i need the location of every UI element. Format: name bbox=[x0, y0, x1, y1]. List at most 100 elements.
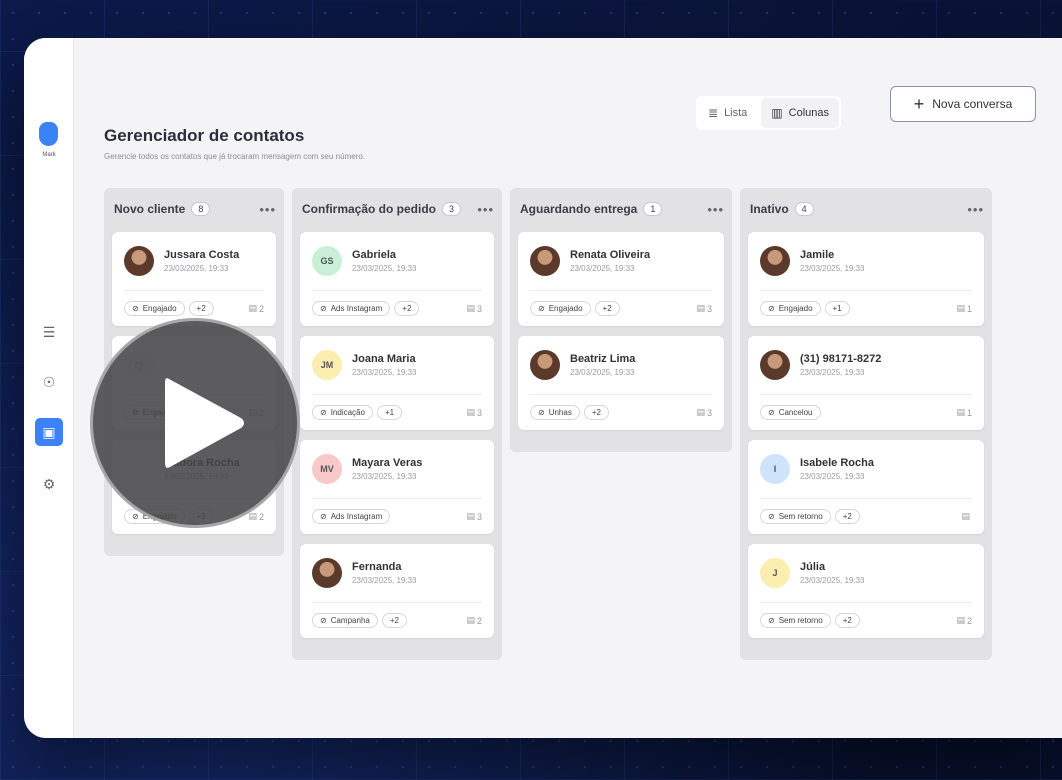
card-footer: ⊘ Indicação +1 ▤ 3 bbox=[312, 405, 482, 420]
more-tags-badge[interactable]: +2 bbox=[594, 301, 620, 316]
contact-card[interactable]: Renata Oliveira 23/03/2025, 19:33 ⊘ Enga… bbox=[518, 232, 724, 326]
contact-card[interactable]: (31) 98171-8272 23/03/2025, 19:33 ⊘ Canc… bbox=[748, 336, 984, 430]
nav-inbox-icon[interactable]: ☰ bbox=[35, 318, 63, 346]
contact-name: Gabriela bbox=[352, 249, 397, 261]
tag-badge[interactable]: ⊘ Ads Instagram bbox=[312, 509, 391, 524]
column-more-icon[interactable]: ••• bbox=[477, 202, 494, 217]
file-icon: ▤ bbox=[248, 511, 257, 521]
contact-date: 23/03/2025, 19:33 bbox=[800, 264, 865, 273]
more-tags-badge[interactable]: +2 bbox=[834, 613, 860, 628]
column-more-icon[interactable]: ••• bbox=[967, 202, 984, 217]
play-button[interactable] bbox=[90, 318, 300, 528]
tag-icon: ⊘ bbox=[768, 304, 775, 313]
new-conversation-button[interactable]: + Nova conversa bbox=[890, 86, 1036, 122]
contact-card[interactable]: MV Mayara Veras 23/03/2025, 19:33 ⊘ Ads … bbox=[300, 440, 494, 534]
tag-badge[interactable]: ⊘ Sem retorno bbox=[760, 509, 831, 524]
file-icon: ▤ bbox=[956, 407, 965, 417]
card-footer: ⊘ Engajado +1 ▤ 1 bbox=[760, 301, 972, 316]
more-tags-badge[interactable]: +1 bbox=[376, 405, 403, 420]
file-icon: ▤ bbox=[961, 511, 970, 521]
list-view-button[interactable]: ≣ Lista bbox=[698, 98, 757, 128]
file-icon: ▤ bbox=[956, 303, 965, 313]
tag-badge[interactable]: ⊘ Engajado bbox=[530, 301, 591, 316]
column-title: Confirmação do pedido bbox=[302, 202, 437, 216]
tag-badge[interactable]: ⊘ Campanha bbox=[312, 613, 378, 628]
contact-name: Joana Maria bbox=[352, 353, 416, 365]
avatar-photo bbox=[760, 350, 790, 380]
tag-label: Ads Instagram bbox=[330, 512, 383, 521]
files-count: ▤ 1 bbox=[956, 303, 972, 314]
files-count: ▤ 3 bbox=[696, 407, 712, 418]
tag-badge[interactable]: ⊘ Unhas bbox=[530, 405, 580, 420]
list-icon: ≣ bbox=[708, 106, 719, 120]
column-more-icon[interactable]: ••• bbox=[707, 202, 724, 217]
more-tags-badge[interactable]: +2 bbox=[381, 613, 407, 628]
more-tags-badge[interactable]: +2 bbox=[834, 509, 860, 524]
files-count-value: 2 bbox=[966, 615, 972, 626]
tag-badge[interactable]: ⊘ Engajado bbox=[124, 301, 185, 316]
avatar: JM bbox=[312, 350, 342, 380]
tag-badge[interactable]: ⊘ Indicação bbox=[312, 405, 373, 420]
tag-badge[interactable]: ⊘ Ads Instagram bbox=[312, 301, 391, 316]
file-icon: ▤ bbox=[466, 511, 475, 521]
tag-icon: ⊘ bbox=[320, 512, 327, 521]
contact-date: 23/03/2025, 19:33 bbox=[800, 368, 865, 377]
file-icon: ▤ bbox=[696, 303, 705, 313]
tag-badge[interactable]: ⊘ Cancelou bbox=[760, 405, 821, 420]
card-header: Jamile 23/03/2025, 19:33 bbox=[760, 246, 972, 291]
avatar-photo bbox=[124, 246, 154, 276]
column-header: Aguardando entrega 1 ••• bbox=[518, 198, 724, 220]
column-count-badge: 8 bbox=[191, 202, 211, 216]
more-tags-badge[interactable]: +1 bbox=[824, 301, 850, 316]
contact-card[interactable]: Beatriz Lima 23/03/2025, 19:33 ⊘ Unhas +… bbox=[518, 336, 724, 430]
plus-icon: + bbox=[913, 94, 925, 114]
card-footer: ⊘ Campanha +2 ▤ 2 bbox=[312, 613, 482, 628]
contact-card[interactable]: GS Gabriela 23/03/2025, 19:33 ⊘ Ads Inst… bbox=[300, 232, 494, 326]
columns-icon: ▥ bbox=[771, 106, 783, 120]
more-tags-badge[interactable]: +2 bbox=[394, 301, 420, 316]
contact-name: Beatriz Lima bbox=[570, 353, 636, 365]
contact-card[interactable]: Fernanda 23/03/2025, 19:33 ⊘ Campanha +2… bbox=[300, 544, 494, 638]
column: Inativo 4 ••• Jamile 23/03/2025, 19:33 ⊘… bbox=[740, 188, 992, 660]
logo-label: Mark bbox=[42, 152, 56, 158]
contact-card[interactable]: Jussara Costa 23/03/2025, 19:33 ⊘ Engaja… bbox=[112, 232, 276, 326]
contact-card[interactable]: J Júlia 23/03/2025, 19:33 ⊘ Sem retorno … bbox=[748, 544, 984, 638]
card-header: J Júlia 23/03/2025, 19:33 bbox=[760, 558, 972, 603]
card-header: Fernanda 23/03/2025, 19:33 bbox=[312, 558, 482, 603]
tag-icon: ⊘ bbox=[320, 616, 327, 625]
files-count-value: 3 bbox=[706, 303, 712, 314]
contact-date: 23/03/2025, 19:33 bbox=[352, 472, 417, 481]
files-count: ▤ 2 bbox=[466, 615, 482, 626]
avatar: I bbox=[760, 454, 790, 484]
column: Aguardando entrega 1 ••• Renata Oliveira… bbox=[510, 188, 732, 452]
page-subtitle: Gerencie todos os contatos que já trocar… bbox=[104, 152, 366, 161]
nav-bot-icon[interactable]: ☉ bbox=[35, 368, 63, 396]
tag-icon: ⊘ bbox=[538, 408, 545, 417]
nav-contacts-icon[interactable]: ▣ bbox=[35, 418, 63, 446]
card-header: MV Mayara Veras 23/03/2025, 19:33 bbox=[312, 454, 482, 499]
contact-card[interactable]: Jamile 23/03/2025, 19:33 ⊘ Engajado +1 ▤… bbox=[748, 232, 984, 326]
nav-settings-icon[interactable]: ⚙ bbox=[35, 470, 63, 498]
contact-card[interactable]: I Isabele Rocha 23/03/2025, 19:33 ⊘ Sem … bbox=[748, 440, 984, 534]
tag-icon: ⊘ bbox=[132, 304, 139, 313]
tag-icon: ⊘ bbox=[538, 304, 545, 313]
column-header: Confirmação do pedido 3 ••• bbox=[300, 198, 494, 220]
files-count-value: 3 bbox=[476, 511, 482, 522]
more-tags-badge[interactable]: +2 bbox=[583, 405, 609, 420]
files-count: ▤ 3 bbox=[466, 511, 482, 522]
tag-badge[interactable]: ⊘ Engajado bbox=[760, 301, 821, 316]
card-header: Beatriz Lima 23/03/2025, 19:33 bbox=[530, 350, 712, 395]
more-tags-badge[interactable]: +2 bbox=[188, 301, 214, 316]
contact-name: Jamile bbox=[800, 249, 835, 261]
files-count-value: 2 bbox=[258, 303, 264, 314]
files-count: ▤ 3 bbox=[466, 303, 482, 314]
column-title: Novo cliente bbox=[114, 202, 186, 216]
column: Confirmação do pedido 3 ••• GS Gabriela … bbox=[292, 188, 502, 660]
column-title: Inativo bbox=[750, 202, 789, 216]
tag-badge[interactable]: ⊘ Sem retorno bbox=[760, 613, 831, 628]
view-toggle: ≣ Lista ▥ Colunas bbox=[696, 96, 842, 130]
contact-card[interactable]: JM Joana Maria 23/03/2025, 19:33 ⊘ Indic… bbox=[300, 336, 494, 430]
columns-view-button[interactable]: ▥ Colunas bbox=[761, 98, 840, 128]
column-more-icon[interactable]: ••• bbox=[259, 202, 276, 217]
column-count-badge: 4 bbox=[794, 202, 814, 216]
